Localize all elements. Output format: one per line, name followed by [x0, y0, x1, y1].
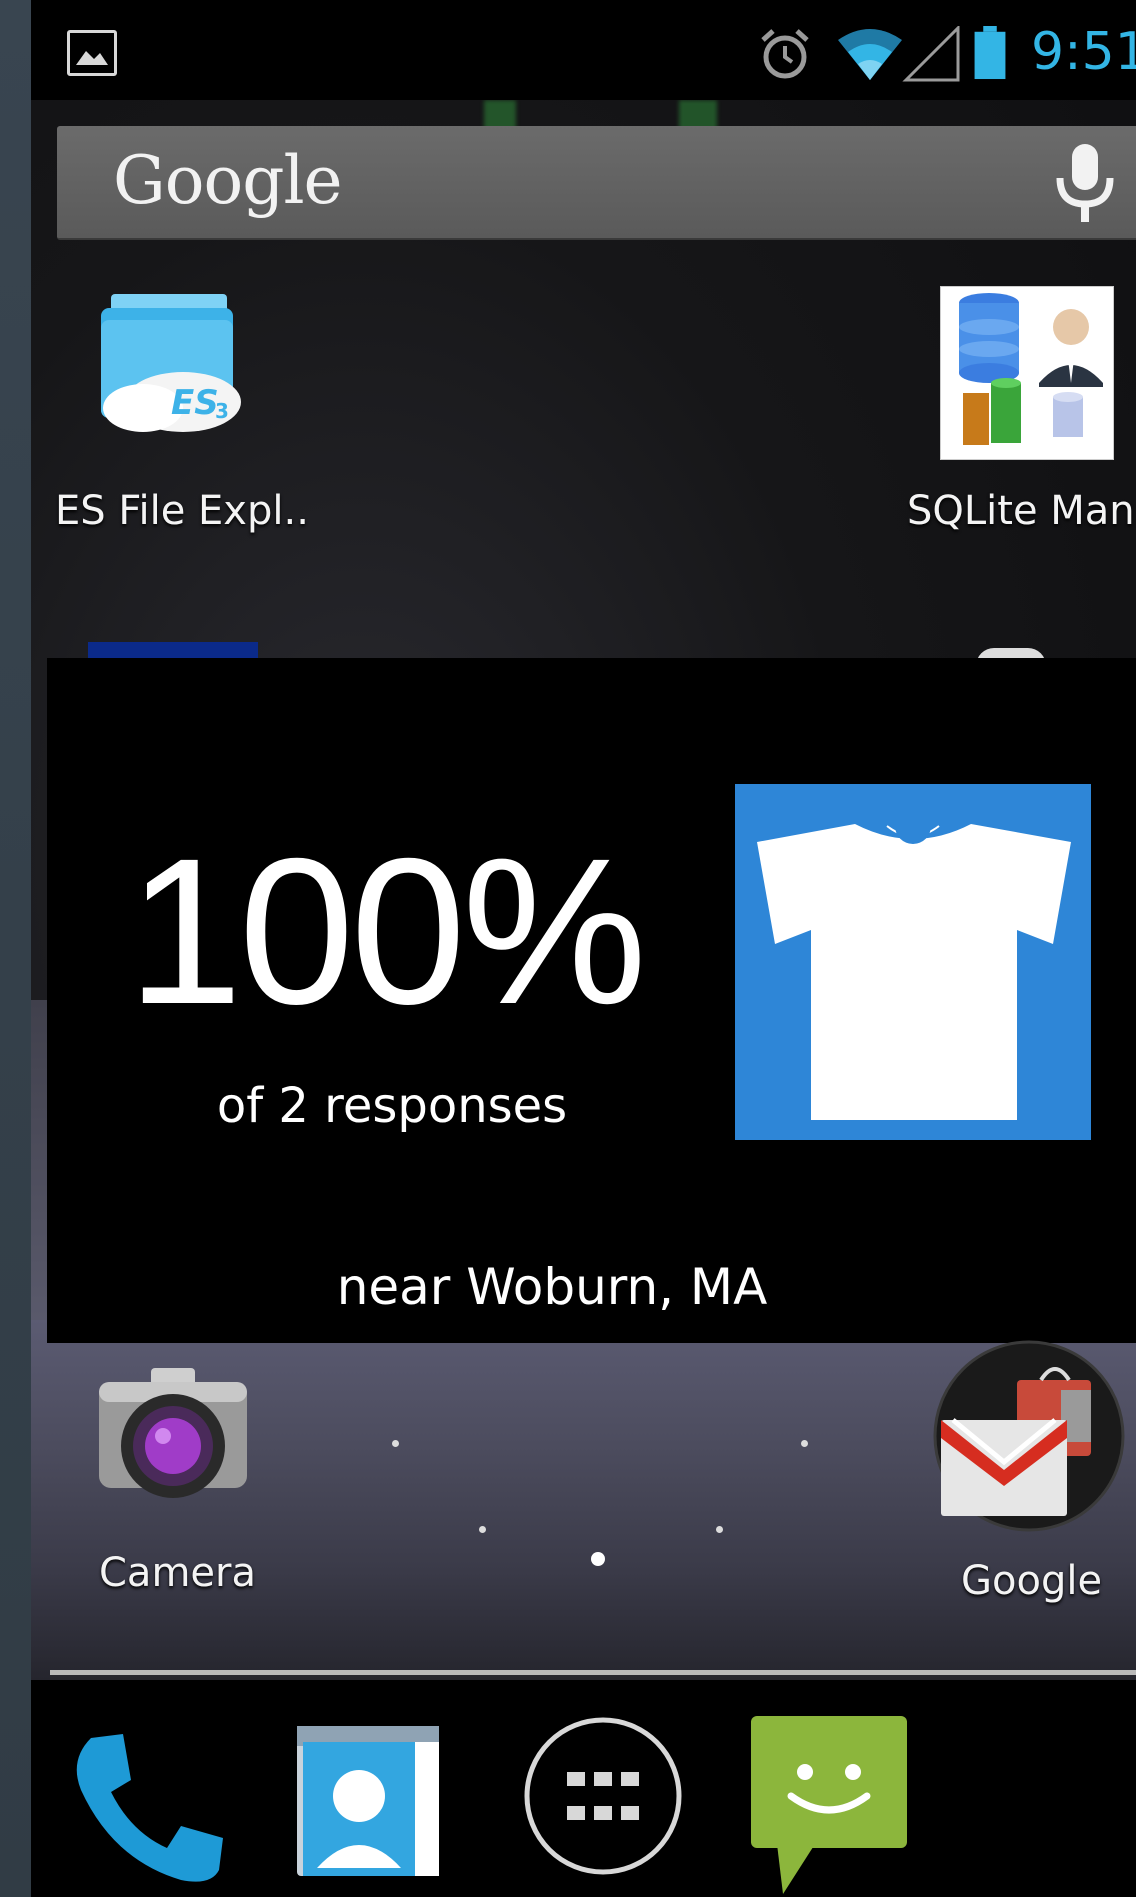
page-dot [716, 1526, 723, 1533]
google-folder-icon [933, 1340, 1125, 1532]
app-label: Google [961, 1558, 1103, 1604]
sqlite-manager-icon [940, 286, 1114, 460]
dock [31, 1680, 1136, 1897]
app-label: ES File Expl.. [55, 488, 309, 534]
percent-value: 100% [127, 816, 647, 1048]
alarm-icon [761, 29, 809, 79]
google-logo: Google [113, 142, 343, 219]
es-file-explorer-icon: ES 3 [101, 294, 241, 432]
status-bar[interactable]: 9:51 [31, 0, 1136, 100]
battery-icon [974, 26, 1006, 80]
app-label: SQLite Man.. [907, 488, 1136, 534]
app-label: Camera [99, 1550, 256, 1596]
svg-text:3: 3 [215, 399, 229, 423]
dock-divider [50, 1670, 1136, 1675]
wifi-icon [838, 29, 902, 80]
clock-time: 9:51 [1031, 22, 1136, 82]
svg-text:ES: ES [171, 383, 219, 423]
page-dot-active [591, 1552, 605, 1566]
all-apps-icon[interactable] [521, 1714, 685, 1878]
messaging-icon[interactable] [747, 1714, 911, 1897]
camera-icon [99, 1368, 247, 1498]
signal-icon [902, 26, 960, 82]
google-search-bar[interactable]: Google [57, 126, 1136, 240]
location-text: near Woburn, MA [336, 1258, 768, 1316]
t-shirt-icon [735, 784, 1091, 1140]
survey-widget[interactable]: 100% of 2 responses near Woburn, MA [47, 658, 1136, 1343]
page-dot [479, 1526, 486, 1533]
contacts-icon[interactable] [293, 1722, 449, 1880]
page-dot [392, 1440, 399, 1447]
responses-count: of 2 responses [216, 1078, 568, 1134]
picture-icon [67, 30, 117, 76]
home-screen: 9:51 Google ES 3 ES File Expl.. SQLite M… [31, 0, 1136, 1897]
phone-icon[interactable] [61, 1720, 231, 1890]
window-left-edge [0, 0, 31, 1897]
microphone-icon[interactable] [1050, 142, 1120, 226]
page-dot [801, 1440, 808, 1447]
